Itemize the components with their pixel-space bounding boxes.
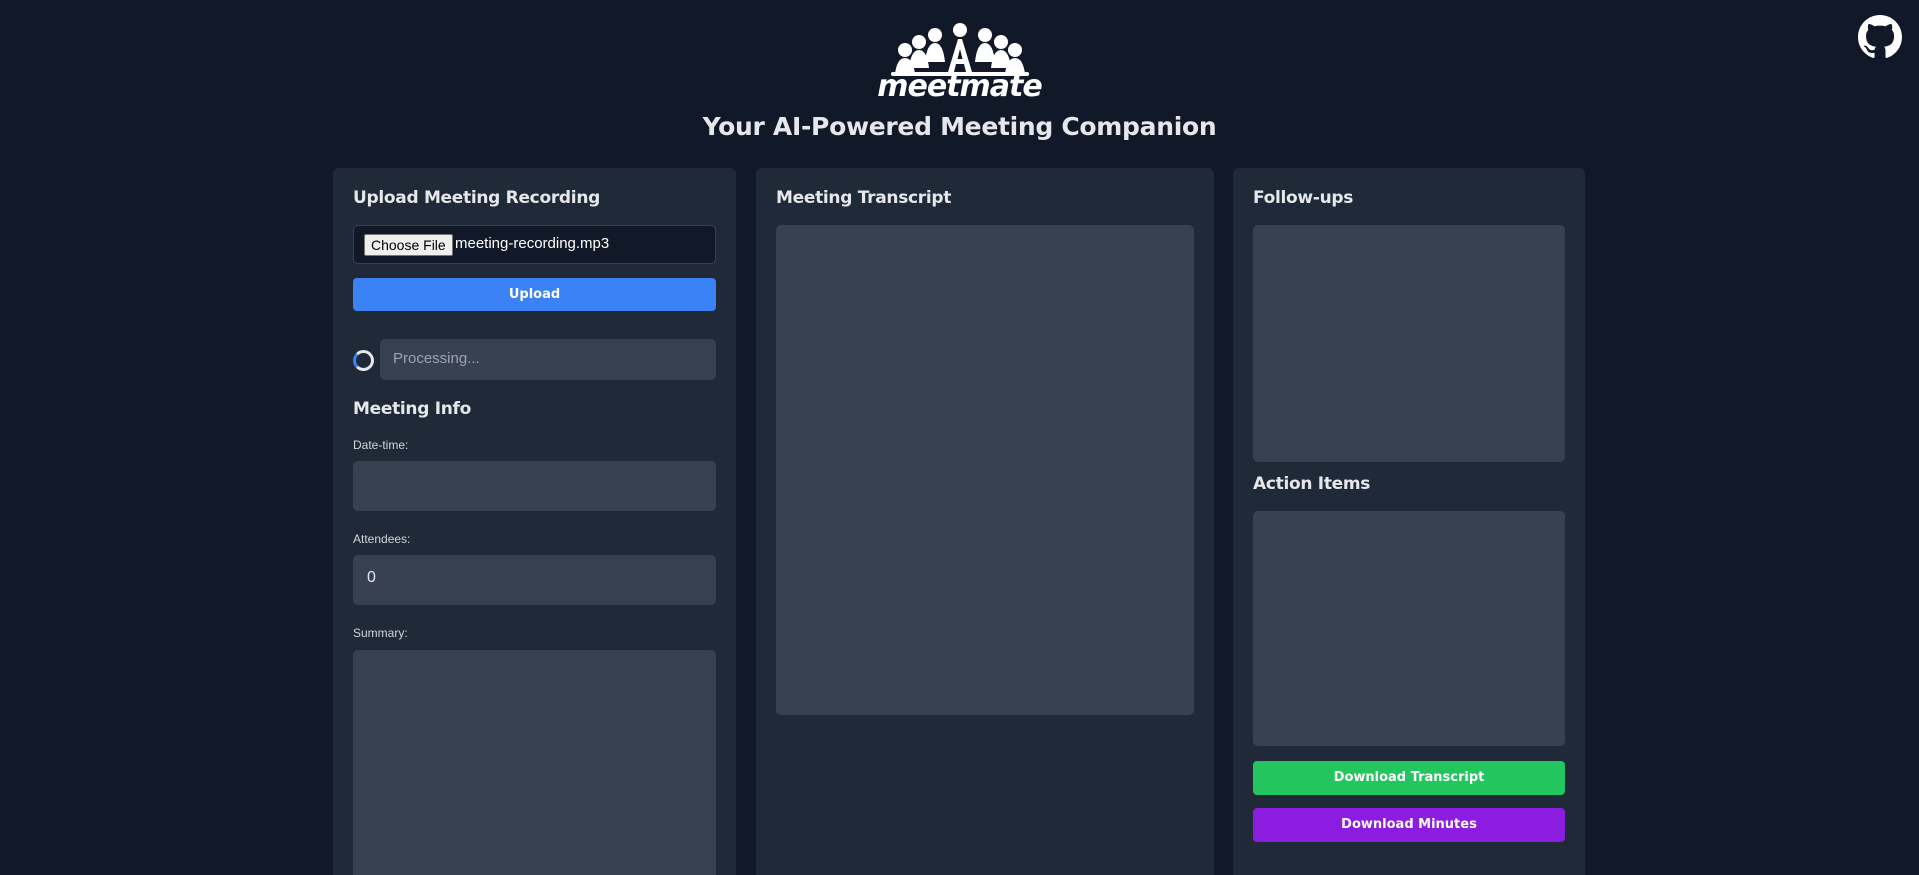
transcript-title: Meeting Transcript [776,188,952,208]
meeting-info-title: Meeting Info [353,399,472,419]
processing-status-text: Processing... [393,350,480,367]
action-items-box[interactable] [1253,511,1565,746]
download-transcript-button[interactable]: Download Transcript [1253,761,1565,795]
selected-file-name: meeting-recording.mp3 [455,235,610,252]
followups-panel: Follow-ups Action Items Download Transcr… [1233,168,1585,875]
attendees-value: 0 [367,569,376,586]
file-input[interactable]: Choose File meeting-recording.mp3 [353,225,716,264]
summary-field[interactable] [353,650,716,875]
choose-file-button[interactable]: Choose File [364,234,453,256]
action-items-title: Action Items [1253,474,1371,494]
loading-spinner-icon [353,350,374,371]
processing-status-field: Processing... [380,339,716,380]
header: meetmate Your AI-Powered Meeting Compani… [0,22,1919,141]
upload-panel: Upload Meeting Recording Choose File mee… [333,168,736,875]
attendees-field[interactable]: 0 [353,555,716,605]
transcript-panel: Meeting Transcript [756,168,1214,875]
datetime-field[interactable] [353,461,716,511]
page: meetmate Your AI-Powered Meeting Compani… [0,0,1919,875]
upload-button[interactable]: Upload [353,278,716,311]
datetime-label: Date-time: [353,438,409,452]
logo-wordmark: meetmate [877,69,1043,104]
summary-label: Summary: [353,626,408,640]
followups-box[interactable] [1253,225,1565,462]
page-title: Your AI-Powered Meeting Companion [702,112,1217,141]
followups-title: Follow-ups [1253,188,1354,208]
download-minutes-button[interactable]: Download Minutes [1253,808,1565,842]
attendees-label: Attendees: [353,532,411,546]
upload-section-title: Upload Meeting Recording [353,188,600,208]
logo: meetmate [875,22,1045,102]
transcript-box[interactable] [776,225,1194,715]
